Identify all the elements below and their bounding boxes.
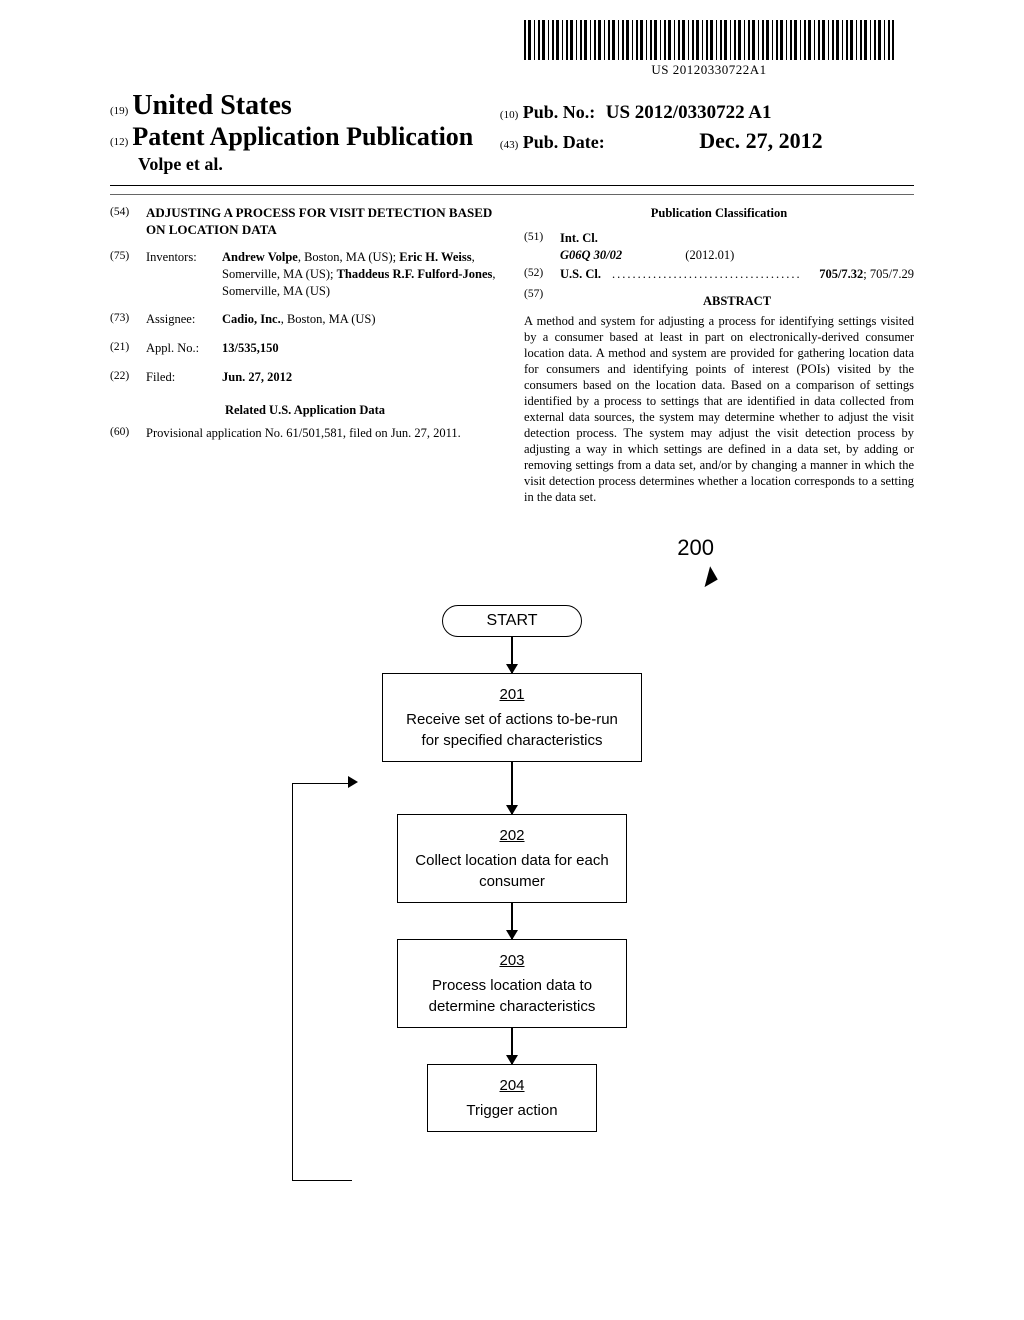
inventors-label: Inventors: — [146, 249, 222, 300]
code-10: (10) — [500, 109, 518, 121]
code-60: (60) — [110, 425, 146, 442]
country: United States — [132, 90, 291, 121]
inventor-loc: , Boston, MA (US); — [298, 250, 399, 264]
pub-date-label: Pub. Date: — [523, 132, 605, 152]
code-57: (57) — [524, 287, 560, 314]
right-column: Publication Classification (51) Int. Cl.… — [524, 205, 914, 505]
flowchart: START 201 Receive set of actions to-be-r… — [352, 605, 672, 1132]
abstract-text: A method and system for adjusting a proc… — [524, 313, 914, 505]
figure-pointer-icon: ◢ — [693, 561, 719, 590]
arrow-down-icon — [511, 637, 513, 673]
header: (19) United States (12) Patent Applicati… — [110, 90, 914, 175]
code-12: (12) — [110, 136, 128, 148]
inventor-name: Eric H. Weiss — [399, 250, 471, 264]
code-73: (73) — [110, 311, 146, 328]
header-right: (10) Pub. No.: US 2012/0330722 A1 (43) P… — [500, 90, 902, 154]
inventors-list: Andrew Volpe, Boston, MA (US); Eric H. W… — [222, 249, 500, 300]
int-cl-year: (2012.01) — [685, 248, 734, 262]
us-cl-secondary: ; 705/7.29 — [863, 267, 914, 281]
int-cl-label: Int. Cl. — [560, 230, 914, 247]
step-text: Collect location data for each consumer — [415, 852, 608, 890]
inventor-name: Thaddeus R.F. Fulford-Jones — [337, 267, 493, 281]
filed-label: Filed: — [146, 369, 222, 386]
int-cl-code: G06Q 30/02 — [560, 248, 622, 262]
author-line: Volpe et al. — [110, 154, 496, 175]
filed-date: Jun. 27, 2012 — [222, 369, 500, 386]
arrow-down-icon — [511, 903, 513, 939]
pub-date: Dec. 27, 2012 — [699, 128, 822, 153]
barcode-number: US 20120330722A1 — [524, 62, 894, 78]
assignee-label: Assignee: — [146, 311, 222, 328]
step-203: 203 Process location data to determine c… — [397, 939, 627, 1028]
code-51: (51) — [524, 230, 560, 264]
appl-no-label: Appl. No.: — [146, 340, 222, 357]
loop-arrow-icon — [348, 776, 358, 788]
step-number: 203 — [412, 950, 612, 971]
step-text: Trigger action — [466, 1102, 557, 1119]
leader-dots: ..................................... — [612, 266, 819, 283]
left-column: (54) ADJUSTING A PROCESS FOR VISIT DETEC… — [110, 205, 500, 505]
step-204: 204 Trigger action — [427, 1064, 597, 1132]
header-left: (19) United States (12) Patent Applicati… — [110, 90, 496, 175]
related-app-title: Related U.S. Application Data — [110, 402, 500, 419]
code-22: (22) — [110, 369, 146, 386]
assignee-loc: , Boston, MA (US) — [281, 312, 376, 326]
invention-title: ADJUSTING A PROCESS FOR VISIT DETECTION … — [146, 205, 500, 239]
step-text: Receive set of actions to-be-run for spe… — [406, 711, 618, 749]
abstract-title: ABSTRACT — [560, 293, 914, 310]
code-43: (43) — [500, 139, 518, 151]
provisional-text: Provisional application No. 61/501,581, … — [146, 425, 500, 442]
barcode-graphic — [524, 20, 894, 60]
figure-number: 200 — [677, 535, 714, 561]
pub-no: US 2012/0330722 A1 — [606, 102, 772, 123]
assignee-name: Cadio, Inc. — [222, 312, 281, 326]
inventor-name: Andrew Volpe — [222, 250, 298, 264]
code-21: (21) — [110, 340, 146, 357]
step-number: 204 — [442, 1075, 582, 1096]
loop-connector — [292, 783, 352, 1181]
step-202: 202 Collect location data for each consu… — [397, 814, 627, 903]
us-cl-primary: 705/7.32 — [819, 267, 863, 281]
start-node: START — [442, 605, 582, 637]
arrow-down-icon — [511, 762, 513, 814]
pub-no-label: Pub. No.: — [523, 102, 596, 122]
arrow-down-icon — [511, 1028, 513, 1064]
code-52: (52) — [524, 266, 560, 283]
appl-no: 13/535,150 — [222, 340, 500, 357]
code-54: (54) — [110, 205, 146, 239]
bibliographic-data: (54) ADJUSTING A PROCESS FOR VISIT DETEC… — [110, 205, 914, 505]
code-75: (75) — [110, 249, 146, 300]
assignee-value: Cadio, Inc., Boston, MA (US) — [222, 311, 500, 328]
divider-thin — [110, 194, 914, 195]
publication-type: Patent Application Publication — [132, 122, 473, 151]
step-text: Process location data to determine chara… — [429, 977, 596, 1015]
us-cl-value: 705/7.32; 705/7.29 — [819, 266, 914, 283]
us-cl-label: U.S. Cl. — [560, 266, 612, 283]
code-19: (19) — [110, 105, 128, 117]
step-number: 201 — [397, 684, 627, 705]
figure-region: 200 ◢ START 201 Receive set of actions t… — [110, 535, 914, 1215]
barcode-region: US 20120330722A1 — [524, 20, 894, 78]
step-number: 202 — [412, 825, 612, 846]
pub-class-title: Publication Classification — [524, 205, 914, 222]
step-201: 201 Receive set of actions to-be-run for… — [382, 673, 642, 762]
divider — [110, 185, 914, 186]
